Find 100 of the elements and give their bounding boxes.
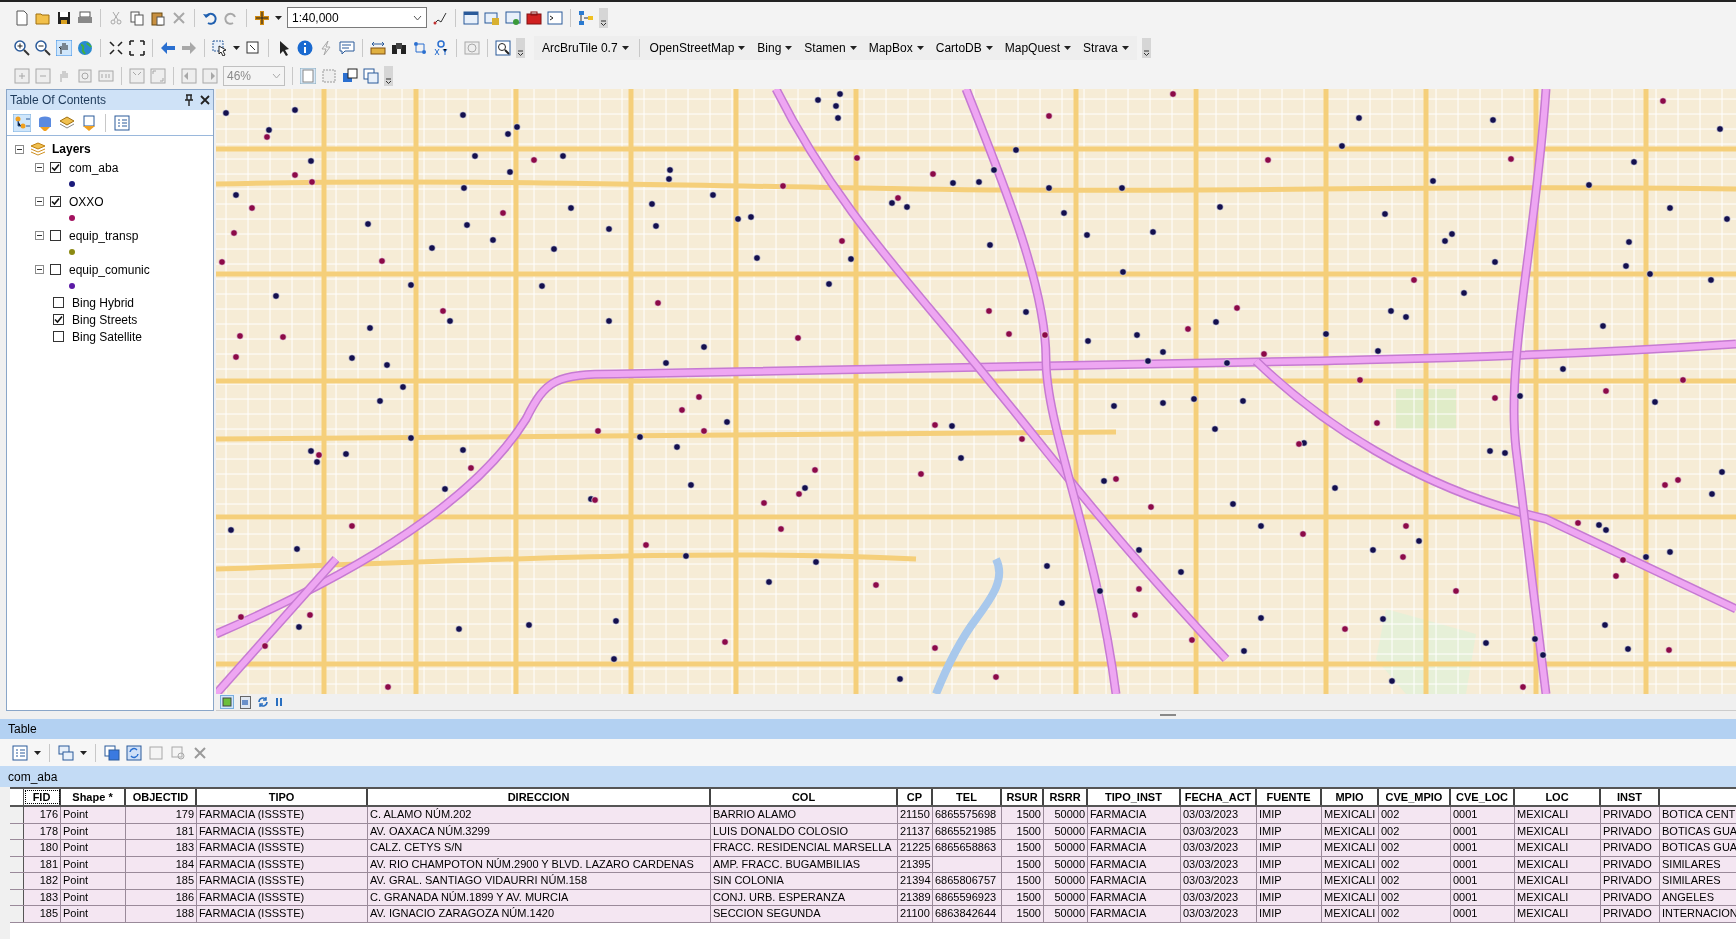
delete-selected-icon[interactable] [192,744,208,761]
time-slider-icon[interactable] [464,40,480,56]
save-icon[interactable] [56,9,72,26]
print-icon[interactable] [77,9,93,26]
measure-icon[interactable] [370,40,386,56]
expander-icon[interactable] [15,144,24,154]
route-icon[interactable] [412,40,428,56]
layer-label[interactable]: equip_transp [69,226,139,245]
zoom-in-icon[interactable] [14,40,30,56]
expander-icon[interactable] [35,265,44,274]
caret-icon[interactable] [785,46,793,50]
toc-list-icon[interactable] [13,113,31,132]
checkbox[interactable] [50,196,61,207]
paste-icon[interactable] [150,9,166,26]
toolbar-overflow-icon[interactable] [599,7,608,28]
zoom-out-icon[interactable] [35,40,51,56]
info-icon[interactable] [297,40,313,56]
column-header[interactable]: TEL [933,789,1002,805]
column-header[interactable]: COL [711,789,898,805]
select-features-icon[interactable] [212,40,228,56]
column-header[interactable]: TIPO [197,789,368,805]
data-view-icon[interactable] [240,695,251,709]
row-selector[interactable] [10,906,24,922]
column-header[interactable]: OBJECTID [126,789,197,805]
pause-icon[interactable] [275,697,283,707]
toolbar-menu[interactable]: MapQuest [1000,38,1076,58]
pin-icon[interactable] [184,94,194,106]
caret-icon[interactable] [275,15,282,20]
add-data-icon[interactable] [254,9,270,26]
toolbar-menu[interactable]: CartoDB [931,38,997,58]
new-document-icon[interactable] [14,9,30,26]
column-header[interactable]: FECHA_ACT [1181,789,1257,805]
caret-icon[interactable] [233,46,240,50]
scale-dropdown[interactable]: 1:40,000 [287,7,427,28]
column-header[interactable]: CVE_MPIO [1379,789,1451,805]
layer-label[interactable]: Bing Hybrid [72,293,135,312]
fixed-zoom-out-icon[interactable] [129,40,145,56]
caret-icon[interactable] [849,46,857,50]
column-header[interactable]: Shape * [61,789,126,805]
row-selector[interactable] [10,873,24,889]
layout-view-icon[interactable] [220,695,234,709]
caret-icon[interactable] [80,750,87,755]
binoculars-icon[interactable] [391,40,407,56]
toggle-draft-icon[interactable] [300,68,316,84]
layers-icon[interactable] [59,114,75,131]
chevron-down-icon[interactable] [413,14,422,21]
clear-selection-icon[interactable] [245,40,261,56]
toolbar-menu[interactable]: Stamen [800,38,861,58]
xy-icon[interactable] [433,40,449,56]
toolbar-menu[interactable]: ArcBruTile 0.7 [538,38,633,58]
column-header[interactable]: MPIO [1322,789,1379,805]
checkbox[interactable] [53,297,64,308]
caret-icon[interactable] [34,750,41,755]
toolbar-menu[interactable]: Strava [1079,38,1133,58]
row-selector[interactable] [10,807,24,823]
database-icon[interactable] [37,114,53,131]
search-window-icon[interactable] [505,9,521,26]
column-header[interactable]: RSUR [1002,789,1044,805]
back-arrow-icon[interactable] [160,40,176,56]
toolbox-icon[interactable] [526,9,542,26]
column-header[interactable]: DIRECCION [368,789,711,805]
data-driven-pages-icon[interactable] [363,68,379,84]
table-name-tab[interactable]: com_aba [8,767,58,786]
model-icon[interactable] [578,9,594,26]
expander-icon[interactable] [35,197,44,206]
toolbar-overflow-icon[interactable] [384,66,393,86]
column-header[interactable]: FUENTE [1257,789,1322,805]
layer-label[interactable]: Bing Streets [72,310,138,329]
layer-label[interactable]: Bing Satellite [72,327,143,346]
column-header[interactable]: TIPO_INST [1088,789,1181,805]
layer-label[interactable]: OXXO [69,192,104,211]
select-by-attributes-icon[interactable] [104,744,120,761]
checkbox[interactable] [53,314,64,325]
layer-group-label[interactable]: Layers [52,140,91,158]
toolbar-menu[interactable]: OpenStreetMap [645,38,750,58]
caret-icon[interactable] [621,46,629,50]
fixed-zoom-in-icon[interactable] [108,40,124,56]
column-header[interactable]: RSRR [1044,789,1088,805]
related-tables-icon[interactable] [58,744,74,761]
caret-icon[interactable] [1121,46,1129,50]
expander-icon[interactable] [35,163,44,172]
checkbox[interactable] [50,230,61,241]
toolbar-menu[interactable]: Bing [753,38,797,58]
row-selector[interactable] [10,840,24,856]
caret-icon[interactable] [738,46,746,50]
checkbox[interactable] [50,264,61,275]
column-header[interactable]: CVE_LOC [1451,789,1515,805]
refresh-icon[interactable] [257,696,269,708]
switch-selection-icon[interactable] [126,744,142,761]
popup-icon[interactable] [339,40,355,56]
column-header[interactable]: INST [1601,789,1660,805]
column-header[interactable]: CP [898,789,933,805]
layers-icon[interactable] [30,142,46,156]
expander-icon[interactable] [35,231,44,240]
change-layout-icon[interactable] [342,68,358,84]
copy-icon[interactable] [129,9,145,26]
caret-icon[interactable] [1064,46,1072,50]
column-header[interactable]: FID [24,789,61,805]
toolbar-overflow-icon[interactable] [516,38,525,58]
close-icon[interactable] [200,95,210,105]
